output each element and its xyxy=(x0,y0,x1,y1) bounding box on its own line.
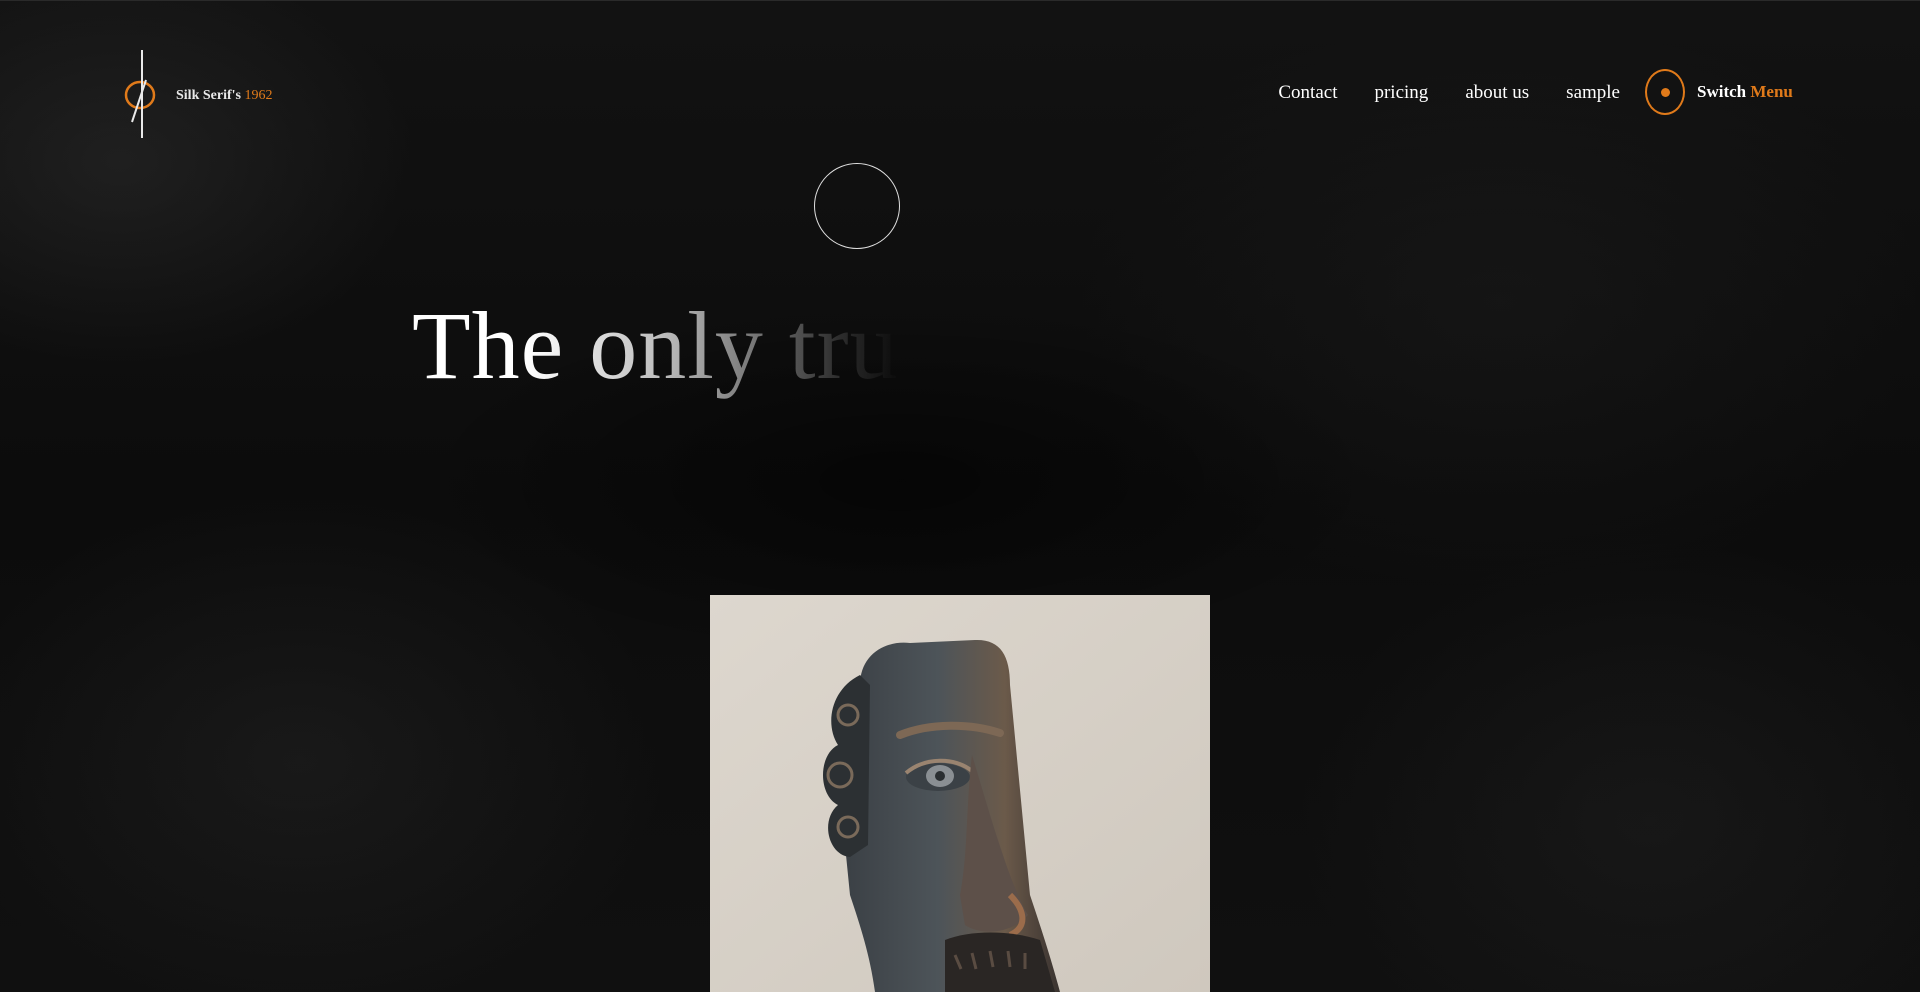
site-header: Silk Serif's 1962 Contact pricing about … xyxy=(0,0,1920,190)
logo-name: Silk Serif's xyxy=(176,88,241,103)
cursor-ring-icon xyxy=(814,163,900,249)
nav-contact-link[interactable]: Contact xyxy=(1278,82,1337,104)
main-nav: Contact pricing about us sample xyxy=(1278,82,1620,104)
logo-year: 1962 xyxy=(244,88,273,103)
bronze-face-sculpture-illustration xyxy=(710,595,1210,992)
hero-title: The only true w xyxy=(412,298,1038,394)
menu-word: Menu xyxy=(1750,82,1793,101)
switch-menu-label: Switch Menu xyxy=(1697,82,1793,102)
slashed-circle-logo-icon xyxy=(124,50,156,138)
sculpture-image xyxy=(710,595,1210,992)
dot-in-ring-icon xyxy=(1645,69,1685,115)
nav-about-link[interactable]: about us xyxy=(1465,82,1529,104)
nav-sample-link[interactable]: sample xyxy=(1566,82,1620,104)
logo-wordmark: Silk Serif's 1962 xyxy=(176,88,272,104)
nav-pricing-link[interactable]: pricing xyxy=(1374,82,1428,104)
switch-menu-button[interactable]: Switch Menu xyxy=(1645,69,1793,115)
site-logo[interactable]: Silk Serif's 1962 xyxy=(120,50,290,140)
switch-word: Switch xyxy=(1697,82,1747,101)
hero-title-text: The only true w xyxy=(412,292,1038,399)
switch-dot xyxy=(1660,87,1670,97)
